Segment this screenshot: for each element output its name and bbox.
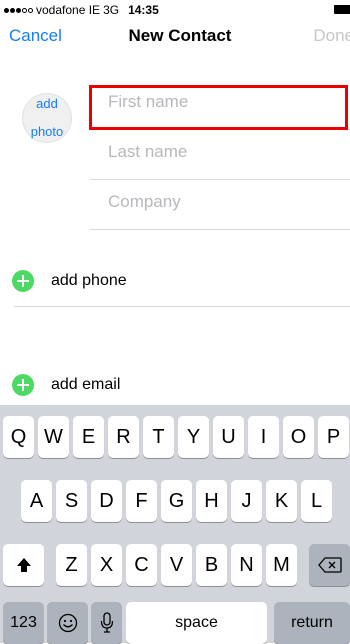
key-b[interactable]: B: [196, 544, 227, 586]
numbers-key[interactable]: 123: [3, 602, 44, 644]
microphone-icon: [100, 612, 113, 633]
highlight-box: [89, 85, 348, 130]
add-phone-label: add phone: [51, 272, 127, 289]
key-z[interactable]: Z: [56, 544, 87, 586]
return-key[interactable]: return: [274, 602, 350, 644]
done-button[interactable]: Done: [313, 26, 350, 46]
key-q[interactable]: Q: [3, 416, 34, 458]
add-photo-label-line1: add: [36, 96, 58, 111]
key-k[interactable]: K: [266, 480, 297, 522]
key-e[interactable]: E: [73, 416, 104, 458]
key-g[interactable]: G: [161, 480, 192, 522]
battery-icon: [334, 5, 350, 14]
key-c[interactable]: C: [126, 544, 157, 586]
delete-key[interactable]: [309, 544, 350, 586]
shift-arrow-icon: [16, 558, 31, 572]
keyboard: Q W E R T Y U I O P A S D F G H J K L Z …: [0, 405, 350, 644]
add-photo-label-line2: photo: [30, 124, 64, 139]
page-title: New Contact: [0, 26, 350, 46]
space-key[interactable]: space: [126, 602, 267, 644]
status-time: 14:35: [128, 3, 159, 17]
add-phone-plus-icon: [12, 270, 34, 292]
last-name-placeholder: Last name: [108, 142, 188, 161]
key-w[interactable]: W: [38, 416, 69, 458]
key-t[interactable]: T: [143, 416, 174, 458]
key-i[interactable]: I: [248, 416, 279, 458]
key-n[interactable]: N: [231, 544, 262, 586]
key-d[interactable]: D: [91, 480, 122, 522]
microphone-key[interactable]: [91, 602, 122, 644]
network-type: 3G: [103, 3, 120, 17]
key-s[interactable]: S: [56, 480, 87, 522]
shift-key[interactable]: [3, 544, 44, 586]
key-x[interactable]: X: [91, 544, 122, 586]
key-h[interactable]: H: [196, 480, 227, 522]
key-r[interactable]: R: [108, 416, 139, 458]
key-u[interactable]: U: [213, 416, 244, 458]
page-title-text: New Contact: [128, 26, 232, 45]
key-f[interactable]: F: [126, 480, 157, 522]
key-l[interactable]: L: [301, 480, 332, 522]
emoji-icon: [58, 613, 77, 633]
key-y[interactable]: Y: [178, 416, 209, 458]
key-a[interactable]: A: [21, 480, 52, 522]
key-o[interactable]: O: [283, 416, 314, 458]
company-placeholder: Company: [108, 192, 181, 211]
status-bar: vodafone IE 3G 14:35: [0, 0, 350, 20]
key-p[interactable]: P: [318, 416, 349, 458]
company-field[interactable]: Company: [90, 180, 350, 230]
key-j[interactable]: J: [231, 480, 262, 522]
add-phone-row[interactable]: add phone: [12, 270, 350, 292]
add-photo-button[interactable]: add photo: [22, 93, 72, 143]
divider: [14, 306, 350, 307]
add-email-plus-icon: [12, 374, 34, 396]
carrier-name: vodafone IE: [36, 3, 101, 17]
add-email-row[interactable]: add email: [12, 374, 350, 396]
add-email-label: add email: [51, 376, 121, 393]
signal-strength-icon: [4, 7, 33, 13]
key-m[interactable]: M: [266, 544, 297, 586]
key-v[interactable]: V: [161, 544, 192, 586]
backspace-icon: [317, 557, 342, 573]
emoji-key[interactable]: [47, 602, 88, 644]
last-name-field[interactable]: Last name: [90, 130, 350, 180]
